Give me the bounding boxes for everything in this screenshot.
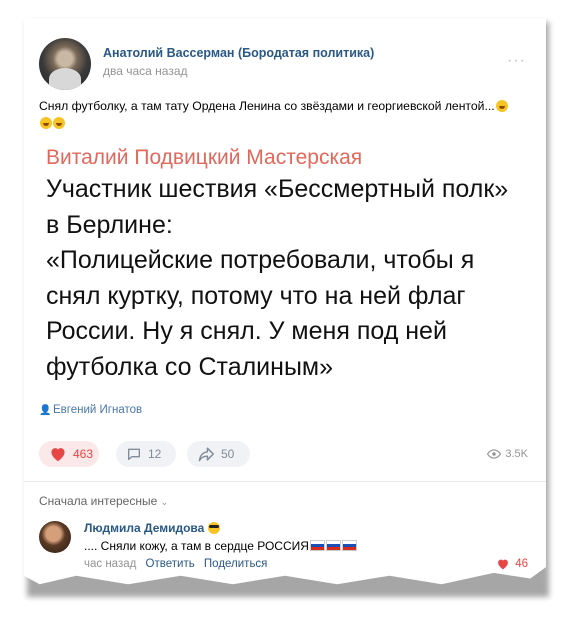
reply-link[interactable]: Ответить [146,558,195,570]
grinning-emoji-icon [40,117,52,129]
russia-flag-icon [325,540,341,551]
comment-text: .... Сняли кожу, а там в сердце РОССИЯ [84,539,357,553]
grinning-emoji-icon [495,100,508,112]
share-link[interactable]: Поделиться [204,558,268,570]
comment-author[interactable]: Людмила Демидова [84,521,220,535]
like-count: 463 [73,447,94,461]
comment-sort-dropdown[interactable]: Сначала интересные ⌄ [39,494,168,508]
sort-label: Сначала интересные [39,494,158,508]
eye-icon [487,449,502,459]
post-author[interactable]: Анатолий Вассерман (Бородатая политика) [103,46,374,60]
author-avatar[interactable] [39,38,91,90]
comment-meta: час назад Ответить Поделиться [84,558,267,570]
russia-flag-icon [309,540,325,551]
like-button[interactable]: 463 [39,441,99,467]
comment-count: 12 [148,447,162,461]
divider [24,481,546,482]
more-options-icon[interactable]: ··· [507,52,526,70]
chevron-down-icon: ⌄ [160,497,169,507]
comment-author-name[interactable]: Людмила Демидова [84,521,204,535]
comment-like-count: 46 [515,558,528,570]
credit-name[interactable]: Евгений Игнатов [53,404,142,416]
comment-body: .... Сняли кожу, а там в сердце РОССИЯ [84,539,309,553]
share-button[interactable]: 50 [187,441,250,467]
quote-text: Участник шествия «Бессмертный полк» в Бе… [46,175,509,381]
post-time[interactable]: два часа назад [103,64,188,78]
post-card: Анатолий Вассерман (Бородатая политика) … [24,18,546,585]
heart-icon [498,559,509,570]
quote-source: Виталий Подвицкий Мастерская [46,146,363,169]
heart-icon [51,448,65,462]
comment-like-button[interactable]: 46 [496,558,528,570]
sunglasses-emoji-icon [207,522,220,534]
russia-flag-icon [341,540,357,551]
photo-credit[interactable]: 👤 Евгений Игнатов [39,404,142,416]
comment-button[interactable]: 12 [116,441,176,467]
views-counter: 3.5K [487,448,528,460]
commenter-avatar[interactable] [39,521,71,553]
comment-icon [127,448,140,460]
views-count: 3.5K [505,448,528,460]
share-count: 50 [221,447,235,461]
post-caption: Снял футболку, а там тату Ордена Ленина … [39,98,539,132]
person-icon: 👤 [39,405,52,416]
comment-time[interactable]: час назад [84,558,136,570]
caption-text: Снял футболку, а там тату Ордена Ленина … [39,99,495,113]
share-arrow-icon [198,447,214,462]
grinning-emoji-icon [53,117,65,129]
